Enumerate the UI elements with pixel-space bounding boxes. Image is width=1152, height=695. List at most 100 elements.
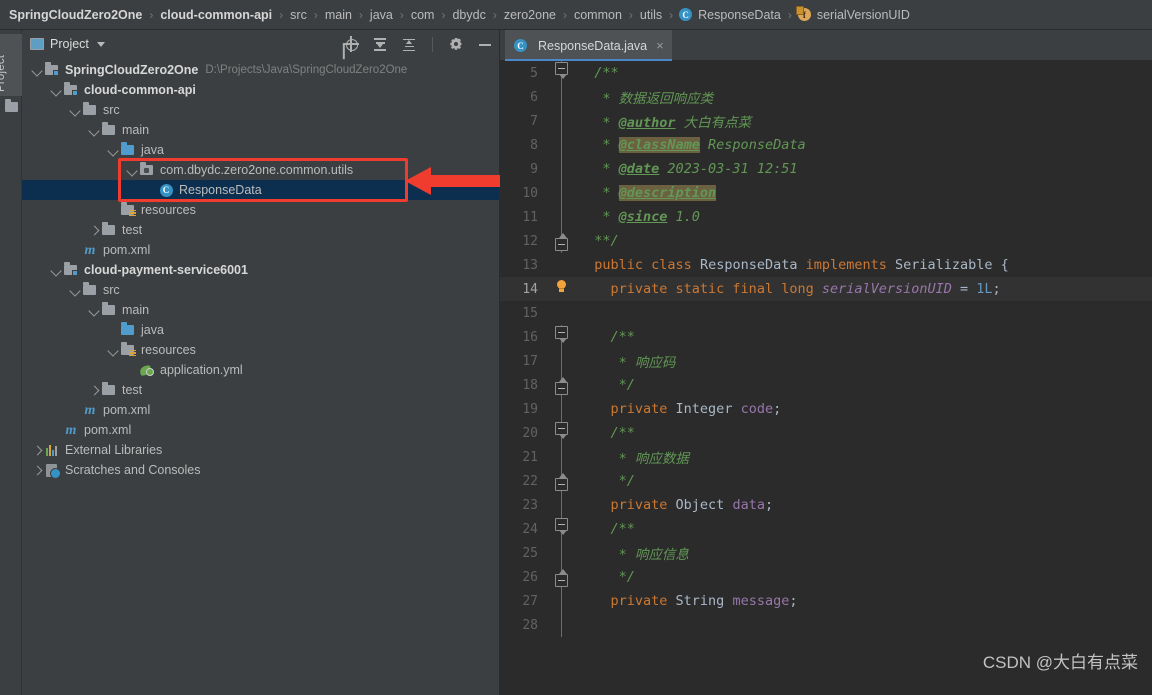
editor-gutter[interactable] — [547, 109, 578, 133]
tree-node-com-dbydc-zero2one-common-utils[interactable]: com.dbydc.zero2one.common.utils — [22, 160, 499, 180]
tool-window-tab-project[interactable]: Project — [0, 34, 22, 96]
settings-gear-icon[interactable] — [448, 36, 464, 52]
tree-node-springcloudzero2one[interactable]: SpringCloudZero2One D:\Projects\Java\Spri… — [22, 60, 499, 80]
tree-node-src[interactable]: src — [22, 280, 499, 300]
code-line[interactable]: 5 /** — [500, 61, 1152, 85]
tree-node-cloud-payment-service6001[interactable]: cloud-payment-service6001 — [22, 260, 499, 280]
breadcrumb-item-serialversionuid[interactable]: f serialVersionUID — [795, 6, 911, 22]
editor-gutter[interactable] — [547, 541, 578, 565]
code-line[interactable]: 14 private static final long serialVersi… — [500, 277, 1152, 301]
editor-gutter[interactable] — [547, 517, 578, 541]
editor-gutter[interactable] — [547, 469, 578, 493]
editor-gutter[interactable] — [547, 349, 578, 373]
breadcrumb-item-main[interactable]: main — [324, 8, 353, 22]
fold-expanded-icon[interactable] — [555, 62, 568, 79]
chevron-down-icon[interactable] — [125, 164, 138, 177]
chevron-down-icon[interactable] — [49, 264, 62, 277]
breadcrumb-item-zero2one[interactable]: zero2one — [503, 8, 557, 22]
tree-node-pom-xml[interactable]: m pom.xml — [22, 420, 499, 440]
code-line[interactable]: 11 * @since 1.0 — [500, 205, 1152, 229]
tree-node-java[interactable]: java — [22, 320, 499, 340]
chevron-down-icon[interactable] — [96, 41, 105, 47]
editor-gutter[interactable] — [547, 373, 578, 397]
code-line[interactable]: 25 * 响应信息 — [500, 541, 1152, 565]
code-line[interactable]: 9 * @date 2023-03-31 12:51 — [500, 157, 1152, 181]
collapse-all-icon[interactable] — [401, 36, 417, 52]
breadcrumb-item-com[interactable]: com — [410, 8, 436, 22]
editor-gutter[interactable] — [547, 253, 578, 277]
breadcrumb-item-common[interactable]: common — [573, 8, 623, 22]
tree-node-external-libraries[interactable]: External Libraries — [22, 440, 499, 460]
breadcrumb-item-springcloudzero2one[interactable]: SpringCloudZero2One — [8, 8, 143, 22]
breadcrumb-item-utils[interactable]: utils — [639, 8, 663, 22]
fold-end-icon[interactable] — [555, 233, 568, 251]
code-line[interactable]: 18 */ — [500, 373, 1152, 397]
fold-end-icon[interactable] — [555, 377, 568, 395]
tree-node-responsedata[interactable]: C ResponseData — [22, 180, 499, 200]
code-line[interactable]: 24 /** — [500, 517, 1152, 541]
editor-gutter[interactable] — [547, 613, 578, 637]
locate-in-tree-icon[interactable] — [343, 36, 359, 52]
tree-node-main[interactable]: main — [22, 120, 499, 140]
chevron-down-icon[interactable] — [30, 64, 43, 77]
breadcrumb-item-src[interactable]: src — [289, 8, 308, 22]
fold-expanded-icon[interactable] — [555, 326, 568, 343]
editor-gutter[interactable] — [547, 445, 578, 469]
chevron-down-icon[interactable] — [106, 144, 119, 157]
breadcrumb-item-dbydc[interactable]: dbydc — [451, 8, 486, 22]
code-line[interactable]: 10 * @description — [500, 181, 1152, 205]
code-line[interactable]: 17 * 响应码 — [500, 349, 1152, 373]
code-line[interactable]: 21 * 响应数据 — [500, 445, 1152, 469]
tree-node-src[interactable]: src — [22, 100, 499, 120]
editor-gutter[interactable] — [547, 61, 578, 85]
chevron-down-icon[interactable] — [87, 304, 100, 317]
code-line[interactable]: 26 */ — [500, 565, 1152, 589]
tree-node-test[interactable]: test — [22, 380, 499, 400]
code-line[interactable]: 20 /** — [500, 421, 1152, 445]
editor-gutter[interactable] — [547, 301, 578, 325]
tree-node-resources[interactable]: resources — [22, 200, 499, 220]
tree-node-main[interactable]: main — [22, 300, 499, 320]
code-line[interactable]: 12 **/ — [500, 229, 1152, 253]
fold-expanded-icon[interactable] — [555, 422, 568, 439]
code-line[interactable]: 15 — [500, 301, 1152, 325]
code-line[interactable]: 23 private Object data; — [500, 493, 1152, 517]
tree-node-cloud-common-api[interactable]: cloud-common-api — [22, 80, 499, 100]
fold-expanded-icon[interactable] — [555, 518, 568, 535]
editor-gutter[interactable] — [547, 325, 578, 349]
code-line[interactable]: 22 */ — [500, 469, 1152, 493]
breadcrumb-item-responsedata[interactable]: C ResponseData — [679, 8, 782, 22]
chevron-right-icon[interactable] — [30, 464, 43, 477]
editor-gutter[interactable] — [547, 589, 578, 613]
code-line[interactable]: 19 private Integer code; — [500, 397, 1152, 421]
chevron-down-icon[interactable] — [49, 84, 62, 97]
code-line[interactable]: 6 * 数据返回响应类 — [500, 85, 1152, 109]
intention-bulb-icon[interactable] — [556, 280, 567, 292]
code-line[interactable]: 28 — [500, 613, 1152, 637]
breadcrumb-item-java[interactable]: java — [369, 8, 394, 22]
fold-end-icon[interactable] — [555, 569, 568, 587]
tree-node-pom-xml[interactable]: m pom.xml — [22, 240, 499, 260]
editor-gutter[interactable] — [547, 397, 578, 421]
close-icon[interactable]: × — [656, 38, 664, 53]
editor-gutter[interactable] — [547, 133, 578, 157]
chevron-down-icon[interactable] — [68, 284, 81, 297]
editor-gutter[interactable] — [547, 205, 578, 229]
chevron-down-icon[interactable] — [68, 104, 81, 117]
code-editor[interactable]: 5 /** 6 * 数据返回响应类 7 * @author 大白有点菜 8 * @cl… — [500, 61, 1152, 695]
tree-node-resources[interactable]: resources — [22, 340, 499, 360]
chevron-right-icon[interactable] — [30, 444, 43, 457]
tree-node-application-yml[interactable]: application.yml — [22, 360, 499, 380]
tree-node-test[interactable]: test — [22, 220, 499, 240]
editor-gutter[interactable] — [547, 565, 578, 589]
breadcrumb-item-cloud-common-api[interactable]: cloud-common-api — [159, 8, 273, 22]
minimize-icon[interactable] — [477, 36, 493, 52]
editor-gutter[interactable] — [547, 229, 578, 253]
code-line[interactable]: 8 * @className ResponseData — [500, 133, 1152, 157]
editor-tab-responsedata[interactable]: C ResponseData.java × — [505, 30, 672, 61]
fold-end-icon[interactable] — [555, 473, 568, 491]
editor-gutter[interactable] — [547, 85, 578, 109]
editor-gutter[interactable] — [547, 421, 578, 445]
code-line[interactable]: 16 /** — [500, 325, 1152, 349]
chevron-down-icon[interactable] — [87, 124, 100, 137]
